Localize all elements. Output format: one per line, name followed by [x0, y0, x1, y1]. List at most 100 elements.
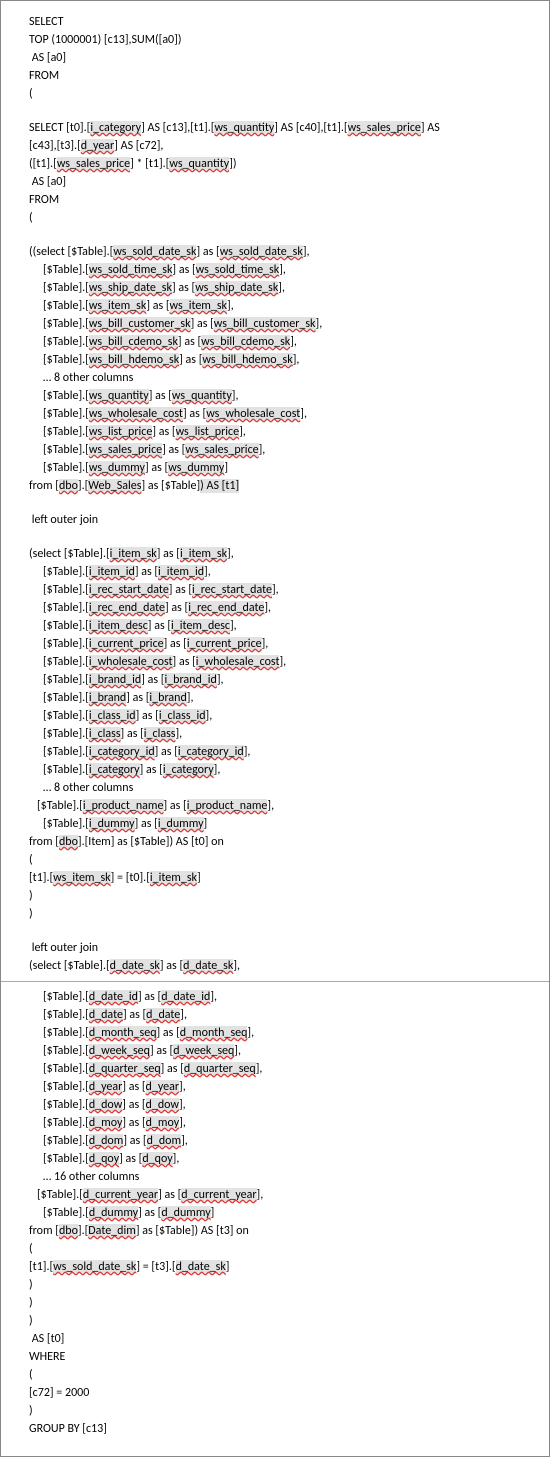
highlighted-token: ws_quantity — [172, 389, 232, 403]
highlighted-token: d_dow — [89, 1098, 122, 1112]
code-line: (select [$Table].[i_item_sk] as [i_item_… — [29, 545, 531, 563]
highlighted-token: ws_sold_date_sk — [53, 1260, 136, 1274]
code-line: [$Table].[d_dummy] as [d_dummy] — [29, 1204, 531, 1222]
highlighted-token: i_product_name — [187, 799, 268, 813]
code-line: ( — [29, 851, 531, 869]
highlighted-token: d_current_year — [181, 1188, 256, 1202]
highlighted-token: d_date_id — [89, 990, 138, 1004]
highlighted-token: ws_bill_customer_sk — [89, 317, 191, 331]
highlighted-token: ws_item_sk — [170, 299, 227, 313]
code-line: [$Table].[i_category_id] as [i_category_… — [29, 743, 531, 761]
highlighted-token: d_qoy — [142, 1152, 172, 1166]
code-line: [$Table].[d_date] as [d_date], — [29, 1006, 531, 1024]
code-line: [$Table].[i_item_desc] as [i_item_desc], — [29, 617, 531, 635]
highlighted-token: ws_list_price — [176, 425, 240, 439]
highlighted-token: d_date_sk — [183, 959, 233, 973]
highlighted-token: d_qoy — [89, 1152, 119, 1166]
code-line: ( — [29, 85, 531, 103]
code-line: [$Table].[d_qoy] as [d_qoy], — [29, 1150, 531, 1168]
code-line: AS [t0] — [29, 1330, 531, 1348]
highlighted-token: ws_dummy — [168, 461, 224, 475]
highlighted-token: i_dummy — [89, 817, 135, 831]
highlighted-token: i_class_id — [89, 709, 136, 723]
code-line: [$Table].[ws_quantity] as [ws_quantity], — [29, 387, 531, 405]
code-line: [$Table].[i_category] as [i_category], — [29, 761, 531, 779]
code-line: [$Table].[ws_ship_date_sk] as [ws_ship_d… — [29, 279, 531, 297]
blank-line — [29, 495, 531, 511]
highlighted-token: i_brand_id — [89, 673, 141, 687]
highlighted-token: d_year — [146, 1080, 179, 1094]
highlighted-token: d_year — [89, 1080, 122, 1094]
highlighted-token: ws_wholesale_cost — [206, 407, 300, 421]
code-line: [t1].[ws_item_sk] = [t0].[i_item_sk] — [29, 869, 531, 887]
highlighted-token: i_brand — [89, 691, 126, 705]
code-line: [$Table].[d_quarter_seq] as [d_quarter_s… — [29, 1060, 531, 1078]
blank-line — [29, 529, 531, 545]
highlighted-token: d_dummy — [89, 1206, 138, 1220]
highlighted-token: d_quarter_seq — [89, 1062, 161, 1076]
code-line: [$Table].[i_rec_start_date] as [i_rec_st… — [29, 581, 531, 599]
highlighted-token: ws_sold_date_sk — [220, 245, 303, 259]
code-line: [$Table].[d_date_id] as [d_date_id], — [29, 988, 531, 1006]
code-line: SELECT — [29, 13, 531, 31]
code-line: GROUP BY [c13] — [29, 1420, 531, 1438]
highlighted-token: ws_sales_price — [57, 157, 130, 171]
highlighted-token: d_moy — [146, 1116, 180, 1130]
blank-line — [29, 227, 531, 243]
code-line: [$Table].[d_week_seq] as [d_week_seq], — [29, 1042, 531, 1060]
highlighted-token: i_item_sk — [150, 871, 197, 885]
code-line: [$Table].[i_class] as [i_class], — [29, 725, 531, 743]
code-line: [$Table].[d_moy] as [d_moy], — [29, 1114, 531, 1132]
highlighted-token: d_week_seq — [173, 1044, 234, 1058]
code-line: AS [a0] — [29, 49, 531, 67]
highlighted-token: i_class — [144, 727, 176, 741]
highlighted-token: i_item_desc — [171, 619, 230, 633]
highlighted-token: d_quarter_seq — [184, 1062, 256, 1076]
code-line: [$Table].[i_dummy] as [i_dummy] — [29, 815, 531, 833]
code-line: [$Table].[d_dow] as [d_dow], — [29, 1096, 531, 1114]
page-separator — [1, 981, 549, 982]
highlighted-token: ws_bill_cdemo_sk — [89, 335, 178, 349]
code-line: ( — [29, 209, 531, 227]
code-line: [$Table].[i_wholesale_cost] as [i_wholes… — [29, 653, 531, 671]
highlighted-token: d_date — [146, 1008, 180, 1022]
highlighted-token: Web_Sales — [88, 479, 141, 493]
highlighted-token: i_item_id — [89, 565, 135, 579]
code-line: ([t1].[ws_sales_price] * [t1].[ws_quanti… — [29, 155, 531, 173]
highlighted-token: d_date_sk — [110, 959, 160, 973]
code-line: [$Table].[i_current_price] as [i_current… — [29, 635, 531, 653]
highlighted-token: i_category — [89, 763, 140, 777]
highlighted-token: Date_dim — [88, 1224, 136, 1238]
highlighted-token: ws_sold_time_sk — [196, 263, 280, 277]
highlighted-token: ws_bill_hdemo_sk — [89, 353, 179, 367]
highlighted-token: ws_quantity — [169, 157, 229, 171]
code-line: (select [$Table].[d_date_sk] as [d_date_… — [29, 957, 531, 975]
code-line: [c43],[t3].[d_year] AS [c72], — [29, 137, 531, 155]
highlighted-token: ws_bill_customer_sk — [214, 317, 316, 331]
code-line: ) — [29, 887, 531, 905]
code-line: [$Table].[d_year] as [d_year], — [29, 1078, 531, 1096]
code-line: FROM — [29, 191, 531, 209]
code-line: … 8 other columns — [29, 369, 531, 387]
highlighted-token: d_date_sk — [176, 1260, 226, 1274]
code-line: ) — [29, 1402, 531, 1420]
highlighted-token: i_rec_start_date — [192, 583, 272, 597]
highlighted-token: i_class_id — [159, 709, 206, 723]
highlighted-token: ws_dummy — [89, 461, 145, 475]
highlighted-token: dbo — [59, 1224, 78, 1238]
highlighted-token: ws_sales_price — [89, 443, 162, 457]
highlighted-token: d_dom — [89, 1134, 124, 1148]
highlighted-token: d_week_seq — [89, 1044, 150, 1058]
code-line: [$Table].[ws_bill_hdemo_sk] as [ws_bill_… — [29, 351, 531, 369]
highlighted-token: i_rec_end_date — [188, 601, 264, 615]
highlighted-token: d_date — [89, 1008, 123, 1022]
code-line: from [dbo].[Item] as [$Table]) AS [t0] o… — [29, 833, 531, 851]
code-line: [$Table].[ws_sold_time_sk] as [ws_sold_t… — [29, 261, 531, 279]
highlighted-token: i_current_price — [187, 637, 262, 651]
highlighted-token: i_wholesale_cost — [196, 655, 280, 669]
highlighted-token: i_wholesale_cost — [89, 655, 173, 669]
code-line: ( — [29, 1240, 531, 1258]
highlighted-token: i_brand — [149, 691, 186, 705]
code-line: [$Table].[ws_item_sk] as [ws_item_sk], — [29, 297, 531, 315]
highlighted-token: ws_sold_time_sk — [89, 263, 173, 277]
